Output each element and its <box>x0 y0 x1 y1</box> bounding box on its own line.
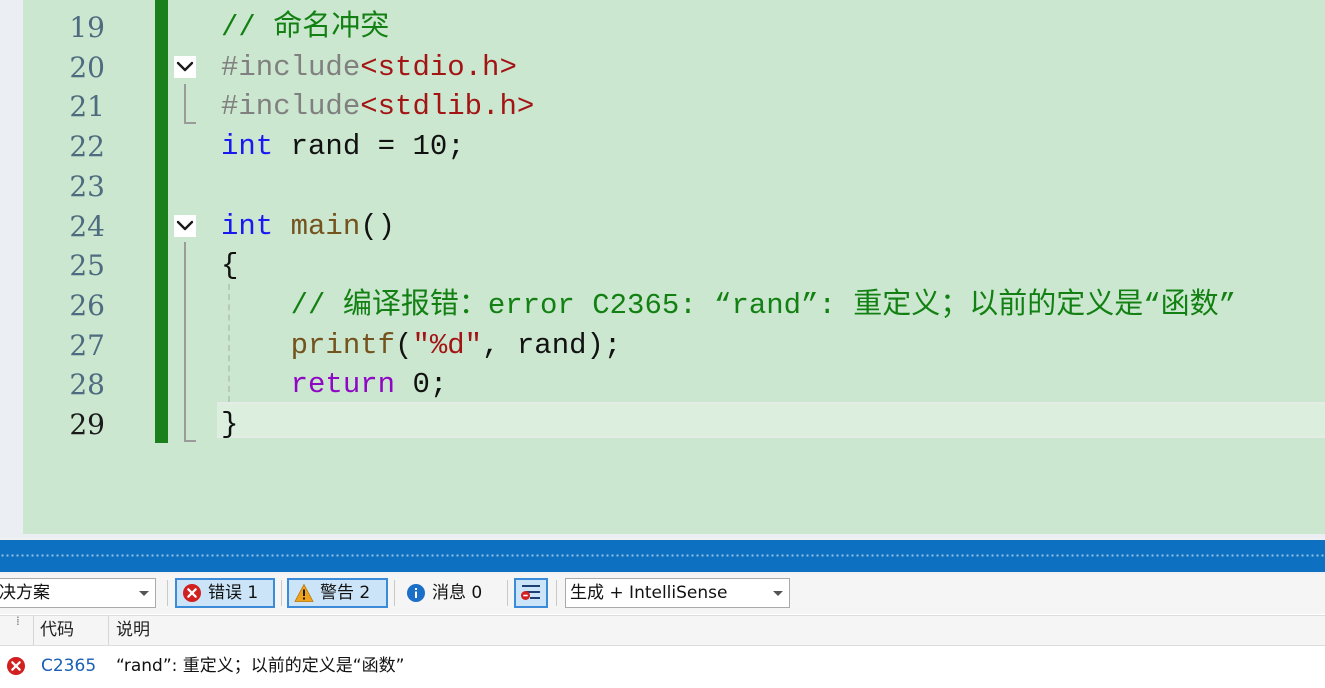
warning-icon <box>294 583 314 602</box>
line-number: 19 <box>69 11 105 44</box>
code-text[interactable]: #include<stdio.h> <box>221 48 517 88</box>
line-number: 22 <box>69 130 105 164</box>
messages-count-label: 消息 0 <box>432 583 483 603</box>
code-token: // 命名冲突 <box>221 11 390 44</box>
toolbar-separator <box>281 580 282 606</box>
code-token: <stdio.h> <box>360 50 517 84</box>
code-token: <stdlib.h> <box>360 90 535 124</box>
fold-toggle[interactable] <box>174 214 196 237</box>
code-line-29[interactable]: 29} <box>0 405 1325 445</box>
filter-icon <box>521 585 540 600</box>
code-token: rand = 10; <box>273 130 465 164</box>
info-icon <box>407 584 425 602</box>
code-line-23[interactable]: 23 <box>0 167 1325 207</box>
line-number: 24 <box>69 209 105 243</box>
scope-dropdown[interactable]: 决方案 <box>0 578 156 608</box>
errors-filter-button[interactable]: 错误 1 <box>175 578 275 608</box>
warnings-count-label: 警告 2 <box>320 583 371 603</box>
code-token: printf <box>290 328 396 362</box>
error-icon <box>183 584 201 602</box>
column-header-code[interactable]: 代码 <box>40 616 74 645</box>
code-token: #include <box>221 90 361 124</box>
chevron-down-icon <box>773 591 783 596</box>
line-number: 26 <box>69 288 105 322</box>
code-text[interactable]: int main() <box>221 207 395 247</box>
code-line-21[interactable]: 21 #include<stdlib.h> <box>0 87 1325 127</box>
code-token: // 编译报错：error C2365: “rand”: 重定义；以前的定义是“… <box>221 288 1237 322</box>
code-token: 0; <box>395 368 448 402</box>
code-token: { <box>221 249 239 283</box>
column-header-description[interactable]: 说明 <box>116 616 150 645</box>
code-line-19[interactable]: 19 // 命名冲突 <box>0 8 1325 48</box>
code-text[interactable]: int rand = 10; <box>221 127 465 167</box>
code-token: , rand); <box>482 328 622 362</box>
code-token: main <box>290 209 361 243</box>
code-text[interactable]: return 0; <box>221 365 448 405</box>
source-dropdown[interactable]: 生成 + IntelliSense <box>565 578 790 608</box>
code-text[interactable]: // 命名冲突 <box>221 8 389 48</box>
code-line-20[interactable]: 20 #include<stdio.h> <box>0 48 1325 88</box>
code-token: () <box>360 209 396 243</box>
line-number: 23 <box>69 169 105 203</box>
source-dropdown-value: 生成 + IntelliSense <box>570 583 728 603</box>
code-token: ( <box>395 328 413 362</box>
code-token: int <box>221 209 274 243</box>
code-line-26[interactable]: 26 // 编译报错：error C2365: “rand”: 重定义；以前的定… <box>0 286 1325 326</box>
code-text[interactable]: { <box>221 246 238 286</box>
code-line-24[interactable]: 24 int main() <box>0 207 1325 247</box>
toolbar-separator <box>556 580 557 606</box>
code-line-28[interactable]: 28 return 0; <box>0 365 1325 405</box>
column-sort-handle[interactable]: ⁞ <box>16 614 20 628</box>
splitter-grip[interactable] <box>0 540 1325 572</box>
errors-count-label: 错误 1 <box>208 583 259 603</box>
scope-dropdown-value: 决方案 <box>0 583 50 603</box>
code-line-27[interactable]: 27 printf("%d", rand); <box>0 326 1325 366</box>
chevron-down-icon <box>176 61 194 71</box>
error-description: “rand”: 重定义；以前的定义是“函数” <box>116 656 405 676</box>
line-number: 29 <box>69 408 105 441</box>
chevron-down-icon <box>176 220 194 230</box>
error-list-header: ⁞ 代码 说明 <box>0 614 1325 646</box>
fold-toggle[interactable] <box>174 55 196 78</box>
messages-filter-button[interactable]: 消息 0 <box>401 578 501 608</box>
code-token: return <box>290 368 396 402</box>
code-line-25[interactable]: 25 { <box>0 246 1325 286</box>
code-token: "%d" <box>412 328 483 362</box>
line-number: 25 <box>69 249 105 283</box>
toolbar-separator <box>507 580 508 606</box>
error-icon <box>7 657 25 675</box>
code-text[interactable]: printf("%d", rand); <box>221 326 622 366</box>
line-number: 27 <box>69 328 105 362</box>
code-line-22[interactable]: 22 int rand = 10; <box>0 127 1325 167</box>
code-text[interactable]: } <box>221 405 238 445</box>
code-token: } <box>221 408 239 441</box>
table-row[interactable]: C2365 “rand”: 重定义；以前的定义是“函数” <box>0 646 1325 688</box>
toolbar-separator <box>394 580 395 606</box>
warnings-filter-button[interactable]: 警告 2 <box>287 578 388 608</box>
line-number: 21 <box>69 90 105 124</box>
line-number: 20 <box>69 50 105 84</box>
error-code-link[interactable]: C2365 <box>41 646 96 686</box>
code-token: int <box>221 130 274 164</box>
toolbar-separator <box>167 580 168 606</box>
code-editor[interactable]: 19// 命名冲突 20 #include<stdio.h> 21 #include<s… <box>0 0 1325 538</box>
error-list-toolbar: 决方案 错误 1 警告 2 消息 0 生成 + IntelliSense <box>0 574 1325 614</box>
code-text[interactable]: // 编译报错：error C2365: “rand”: 重定义；以前的定义是“… <box>221 286 1236 326</box>
chevron-down-icon <box>139 591 149 596</box>
code-text[interactable]: #include<stdlib.h> <box>221 87 534 127</box>
filter-toggle-button[interactable] <box>514 578 548 608</box>
line-number: 28 <box>69 368 105 402</box>
column-separator[interactable] <box>33 616 34 645</box>
column-separator[interactable] <box>108 616 109 645</box>
panel-splitter[interactable] <box>0 538 1325 574</box>
code-token: #include <box>221 50 361 84</box>
